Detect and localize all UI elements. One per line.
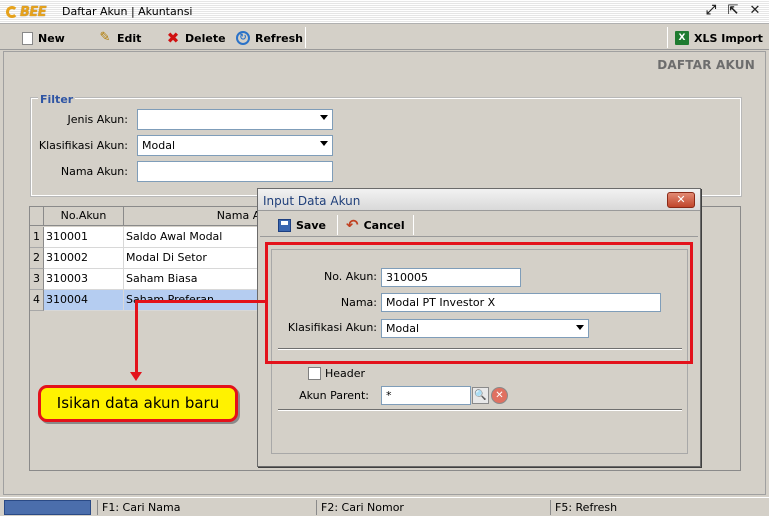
- new-button[interactable]: New: [22, 28, 65, 48]
- window-title: Daftar Akun | Akuntansi: [62, 5, 193, 18]
- save-button-label: Save: [296, 218, 326, 232]
- restore-icon[interactable]: ⤢: [703, 3, 719, 19]
- row-number: 4: [30, 290, 44, 311]
- status-f1: F1: Cari Nama: [97, 500, 180, 515]
- cell-no-akun: 310002: [44, 248, 124, 269]
- pencil-icon: ✎: [99, 30, 111, 45]
- filter-group: Filter Jenis Akun: Klasifikasi Akun: Mod…: [30, 93, 742, 197]
- edit-button[interactable]: ✎ Edit: [98, 28, 142, 48]
- annotation-callout: Isikan data akun baru: [38, 385, 238, 422]
- refresh-icon: ↻: [236, 31, 250, 45]
- jenis-akun-label: Jenis Akun:: [67, 113, 128, 126]
- filter-legend: Filter: [38, 93, 76, 106]
- logo-text: BEE: [20, 4, 47, 20]
- dialog-toolbar: Save ↶ Cancel: [260, 213, 698, 237]
- cancel-button-label: Cancel: [363, 218, 405, 232]
- dialog-title: Input Data Akun: [263, 194, 361, 208]
- status-f2: F2: Cari Nomor: [316, 500, 404, 515]
- undo-arrow-icon: ↶: [346, 216, 359, 234]
- annotation-highlight-frame: [265, 242, 693, 364]
- delete-button[interactable]: ✖ Delete: [166, 28, 226, 48]
- chevron-down-icon: [320, 115, 328, 120]
- refresh-button[interactable]: ↻ Refresh: [236, 28, 303, 48]
- delete-button-label: Delete: [185, 31, 226, 45]
- header-checkbox-label: Header: [325, 367, 366, 380]
- cell-no-akun: 310004: [44, 290, 124, 311]
- delete-x-icon: ✖: [166, 29, 180, 47]
- status-progress: [4, 500, 91, 515]
- annotation-arrow-icon: [130, 372, 142, 381]
- logo-swirl-icon: [6, 6, 18, 18]
- toolbar-separator: [305, 27, 306, 48]
- grid-corner: [30, 207, 44, 226]
- form-divider: [278, 409, 682, 411]
- xls-import-button[interactable]: X XLS Import: [675, 28, 763, 48]
- excel-icon: X: [675, 31, 689, 45]
- nama-akun-label: Nama Akun:: [60, 165, 128, 178]
- klasifikasi-akun-label: Klasifikasi Akun:: [38, 139, 128, 152]
- nama-akun-input[interactable]: [137, 161, 333, 182]
- close-icon[interactable]: ✕: [747, 3, 763, 19]
- annotation-connector: [137, 300, 265, 303]
- annotation-connector: [135, 300, 138, 372]
- window-controls: ⤢ ⇱ ✕: [703, 3, 763, 19]
- status-f5: F5: Refresh: [550, 500, 617, 515]
- akun-parent-value: *: [386, 389, 392, 402]
- new-button-label: New: [38, 31, 65, 45]
- cancel-button[interactable]: ↶ Cancel: [346, 213, 405, 237]
- klasifikasi-akun-select[interactable]: Modal: [137, 135, 333, 156]
- save-button[interactable]: Save: [278, 213, 326, 237]
- xls-import-label: XLS Import: [694, 31, 763, 45]
- cell-no-akun: 310001: [44, 227, 124, 248]
- jenis-akun-select[interactable]: [137, 109, 333, 130]
- row-number: 2: [30, 248, 44, 269]
- akun-parent-input[interactable]: *: [381, 386, 471, 405]
- maximize-icon[interactable]: ⇱: [725, 3, 741, 19]
- klasifikasi-akun-value: Modal: [142, 139, 175, 152]
- floppy-disk-icon: [278, 218, 291, 232]
- new-document-icon: [22, 31, 33, 45]
- akun-parent-label: Akun Parent:: [299, 389, 369, 402]
- cell-no-akun: 310003: [44, 269, 124, 290]
- clear-icon[interactable]: ✕: [491, 387, 508, 404]
- main-toolbar: New ✎ Edit ✖ Delete ↻ Refresh X XLS Impo…: [0, 25, 769, 50]
- edit-button-label: Edit: [117, 31, 142, 45]
- app-logo: BEE: [6, 4, 47, 20]
- page-title: DAFTAR AKUN: [657, 58, 755, 72]
- row-number: 1: [30, 227, 44, 248]
- header-checkbox[interactable]: [308, 367, 321, 380]
- dialog-title-bar: Input Data Akun ✕: [258, 189, 700, 211]
- toolbar-separator: [337, 215, 338, 235]
- status-bar: F1: Cari Nama F2: Cari Nomor F5: Refresh: [0, 497, 769, 516]
- search-icon[interactable]: 🔍: [472, 387, 489, 404]
- refresh-button-label: Refresh: [255, 31, 303, 45]
- title-bar: BEE Daftar Akun | Akuntansi ⤢ ⇱ ✕: [0, 0, 769, 24]
- dialog-close-icon[interactable]: ✕: [667, 192, 695, 208]
- chevron-down-icon: [320, 141, 328, 146]
- toolbar-separator: [413, 215, 414, 235]
- column-header-no-akun[interactable]: No.Akun: [44, 207, 124, 226]
- toolbar-separator: [667, 27, 668, 48]
- row-number: 3: [30, 269, 44, 290]
